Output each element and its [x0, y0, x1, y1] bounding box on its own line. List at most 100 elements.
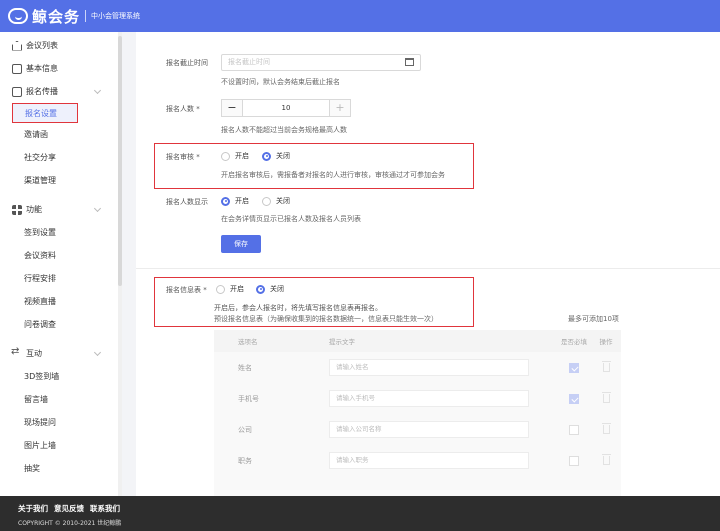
sidebar-item-checkin[interactable]: 签到设置	[0, 221, 118, 244]
sidebar-item-qa[interactable]: 现场提问	[0, 411, 118, 434]
sidebar-item-label: 行程安排	[24, 274, 56, 283]
home-icon	[12, 40, 22, 51]
signup-settings-panel: 报名截止时间 报名截止时间 不设置时间，默认会务结束后截止报名 报名人数 * −…	[136, 32, 720, 496]
count-label: 报名人数 *	[166, 105, 200, 113]
sidebar-item-label: 图片上墙	[24, 441, 56, 450]
sidebar-item-label: 留言墙	[24, 395, 48, 404]
sidebar-group-label: 互动	[26, 349, 42, 358]
footer-links: 关于我们 意见反馈 联系我们	[18, 503, 720, 514]
radio-label: 关闭	[276, 152, 290, 160]
info-fields-table: 选项名 提示文字 是否必填 操作 姓名 请输入姓名 手机号 请输入手机号 公司 …	[214, 330, 621, 496]
review-label: 报名审核 *	[166, 153, 200, 161]
radio-checked-icon	[256, 284, 265, 294]
sidebar-group-function[interactable]: 功能	[0, 198, 118, 221]
brand-subtitle: 中小会管理系统	[91, 12, 141, 20]
count-hint: 报名人数不能超过当前会务规格最高人数	[221, 126, 347, 134]
sidebar-item-live[interactable]: 视频直播	[0, 290, 118, 313]
deadline-hint: 不设置时间，默认会务结束后截止报名	[221, 78, 340, 86]
radio-label: 关闭	[276, 197, 290, 205]
chat-bubble-logo-icon	[8, 8, 28, 24]
radio-unchecked-icon	[216, 284, 225, 294]
chevron-down-icon	[93, 204, 102, 213]
brand-name: 鲸会务	[32, 7, 81, 26]
sidebar-item-label: 抽奖	[24, 464, 40, 473]
sidebar-item-label: 会议列表	[26, 41, 58, 50]
footer-link-contact[interactable]: 联系我们	[90, 503, 120, 514]
interact-arrows-icon	[11, 346, 22, 359]
review-on-radio[interactable]: 开启	[221, 151, 249, 161]
sidebar-item-survey[interactable]: 问卷调查	[0, 313, 118, 336]
deadline-placeholder: 报名截止时间	[228, 58, 270, 66]
sidebar-group-interact[interactable]: 互动	[0, 342, 118, 365]
top-bar: 鲸会务 中小会管理系统	[0, 0, 720, 32]
sidebar-item-lottery[interactable]: 抽奖	[0, 457, 118, 480]
max-items-hint: 最多可添加10项	[568, 315, 619, 323]
sidebar-item-materials[interactable]: 会议资料	[0, 244, 118, 267]
sidebar-item-label: 渠道管理	[24, 176, 56, 185]
sidebar-item-label: 社交分享	[24, 153, 56, 162]
info-table-label: 报名信息表 *	[166, 286, 207, 294]
sidebar-group-label: 功能	[26, 205, 42, 214]
increment-button[interactable]: +	[330, 100, 350, 116]
content-gutter	[122, 32, 136, 496]
section-divider	[136, 268, 720, 269]
calendar-icon[interactable]	[405, 58, 414, 66]
copyright-text: COPYRIGHT © 2010-2021 世纪鲸鹏	[18, 520, 122, 527]
radio-label: 开启	[235, 152, 249, 160]
document-icon	[12, 63, 22, 74]
sidebar-item-meeting-list[interactable]: 会议列表	[0, 34, 118, 57]
sidebar-item-label: 会议资料	[24, 251, 56, 260]
footer: 关于我们 意见反馈 联系我们 COPYRIGHT © 2010-2021 世纪鲸…	[0, 496, 720, 531]
sidebar-item-channel[interactable]: 渠道管理	[0, 169, 118, 192]
sidebar-item-label: 3D签到墙	[24, 372, 60, 381]
radio-label: 关闭	[270, 285, 284, 293]
chevron-down-icon	[93, 86, 102, 95]
radio-unchecked-icon	[221, 151, 230, 161]
deadline-label: 报名截止时间	[166, 59, 208, 67]
save-button[interactable]: 保存	[221, 235, 261, 253]
brand-divider	[85, 10, 87, 22]
decrement-button[interactable]: −	[222, 100, 242, 116]
sidebar-item-message-wall[interactable]: 留言墙	[0, 388, 118, 411]
count-stepper[interactable]: − 10 +	[221, 99, 351, 117]
sidebar-item-invitation[interactable]: 邀请函	[0, 123, 118, 146]
display-off-radio[interactable]: 关闭	[262, 196, 290, 206]
display-hint: 在会务详情页显示已报名人数及报名人员列表	[221, 215, 361, 223]
display-on-radio[interactable]: 开启	[221, 196, 249, 206]
chevron-down-icon	[93, 348, 102, 357]
edit-icon	[12, 86, 22, 97]
sidebar-group-signup[interactable]: 报名传播	[0, 80, 118, 103]
count-value[interactable]: 10	[242, 100, 330, 116]
sidebar-item-label: 报名设置	[25, 108, 57, 118]
sidebar-item-social-share[interactable]: 社交分享	[0, 146, 118, 169]
sidebar-item-3d-wall[interactable]: 3D签到墙	[0, 365, 118, 388]
info-table-off-radio[interactable]: 关闭	[256, 284, 284, 294]
radio-label: 开启	[235, 197, 249, 205]
info-table-hint-1: 开启后，参会人报名时，将先填写报名信息表再报名。	[214, 304, 382, 312]
sidebar-item-basic-info[interactable]: 基本信息	[0, 57, 118, 80]
radio-checked-icon	[221, 196, 230, 206]
review-highlight-box	[154, 143, 474, 189]
review-off-radio[interactable]: 关闭	[262, 151, 290, 161]
sidebar-item-label: 基本信息	[26, 64, 58, 73]
sidebar-item-label: 问卷调查	[24, 320, 56, 329]
sidebar-item-label: 视频直播	[24, 297, 56, 306]
info-table-on-radio[interactable]: 开启	[216, 284, 244, 294]
sidebar-group-label: 报名传播	[26, 87, 58, 96]
sidebar-item-signup-settings[interactable]: 报名设置	[12, 103, 78, 123]
review-hint: 开启报名审核后，需报备者对报名的人进行审核，审核通过才可参加会务	[221, 171, 445, 179]
sidebar-item-photo-wall[interactable]: 图片上墙	[0, 434, 118, 457]
sidebar-item-label: 邀请函	[24, 130, 48, 139]
radio-label: 开启	[230, 285, 244, 293]
grid-icon	[12, 204, 22, 215]
sidebar-item-itinerary[interactable]: 行程安排	[0, 267, 118, 290]
sidebar-item-label: 现场提问	[24, 418, 56, 427]
deadline-date-input[interactable]: 报名截止时间	[221, 54, 421, 71]
info-table-hint-2: 预设报名信息表（为确保收集到的报名数据统一，信息表只能生效一次）	[214, 315, 438, 323]
radio-checked-icon	[262, 151, 271, 161]
sidebar-item-label: 签到设置	[24, 228, 56, 237]
table-disabled-overlay	[214, 330, 621, 496]
footer-link-about[interactable]: 关于我们	[18, 503, 48, 514]
display-count-label: 报名人数显示	[166, 198, 208, 206]
footer-link-feedback[interactable]: 意见反馈	[54, 503, 84, 514]
